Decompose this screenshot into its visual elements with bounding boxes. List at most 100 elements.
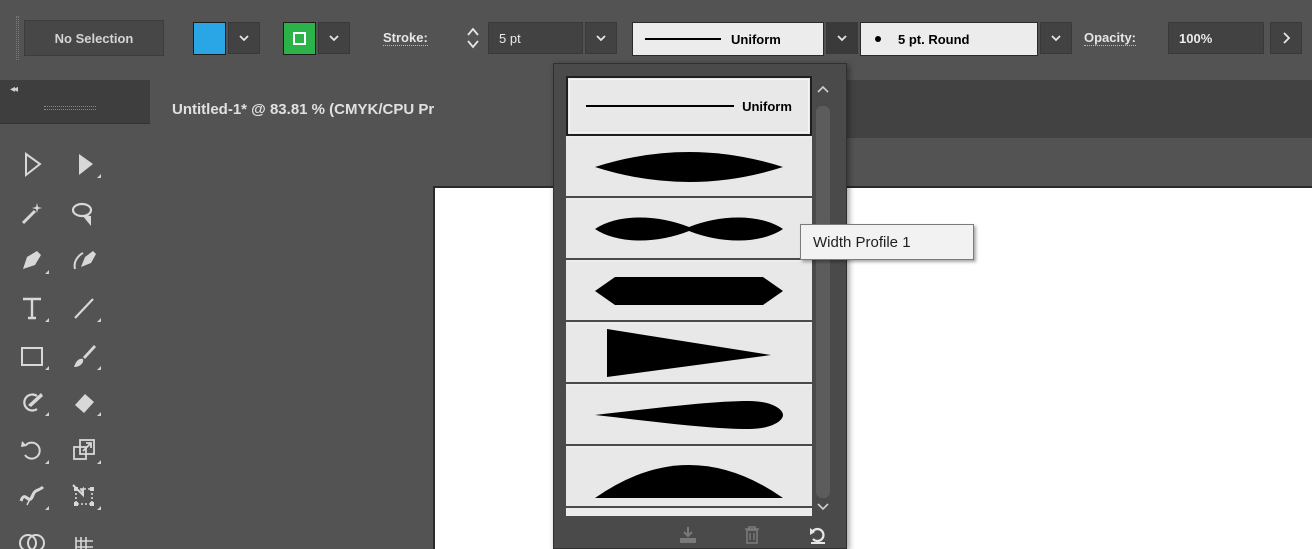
stroke-color-swatch[interactable]: [283, 22, 316, 55]
free-transform-tool-icon[interactable]: [62, 476, 106, 516]
chevron-down-icon: [596, 35, 606, 42]
brush-select-label: 5 pt. Round: [898, 31, 970, 47]
eraser-icon: [75, 394, 94, 413]
uniform-line-preview: [586, 105, 735, 107]
profile-select-label: Uniform: [731, 31, 781, 47]
eraser-tool-icon[interactable]: [62, 382, 106, 422]
tool-group-indicator: [97, 366, 101, 370]
add-to-profiles-button[interactable]: [676, 524, 700, 546]
tool-group-indicator: [45, 270, 49, 274]
tools-panel-header[interactable]: ◂◂: [0, 80, 150, 124]
opacity-label[interactable]: Opacity:: [1084, 30, 1137, 46]
tool-group-indicator: [97, 412, 101, 416]
rotate-tool-icon[interactable]: [10, 430, 54, 470]
profile-list-scrollbar[interactable]: [812, 76, 834, 516]
chevron-down-icon: [817, 503, 829, 511]
tool-group-indicator: [45, 460, 49, 464]
opacity-flyout-button[interactable]: [1270, 22, 1302, 54]
triangle-profile-icon: [607, 329, 771, 377]
panel-grip[interactable]: [44, 106, 96, 110]
magic-wand-tool-icon[interactable]: [10, 194, 54, 234]
stroke-weight-stepper[interactable]: [460, 22, 486, 54]
direct-selection-arrow-icon: [79, 154, 93, 175]
pen-nib-icon: [23, 251, 41, 269]
fill-color-dropdown[interactable]: [228, 22, 260, 54]
pen-tool-icon[interactable]: [10, 240, 54, 280]
stroke-weight-dropdown[interactable]: [585, 22, 617, 54]
selection-tool-icon[interactable]: [10, 144, 54, 184]
tool-group-indicator: [97, 460, 101, 464]
brush-definition-select[interactable]: 5 pt. Round: [860, 22, 1038, 56]
tool-group-indicator: [45, 318, 49, 322]
direct-selection-tool-icon[interactable]: [62, 144, 106, 184]
lasso-tool-icon[interactable]: [62, 194, 106, 234]
scroll-thumb[interactable]: [816, 106, 830, 498]
delete-profile-button[interactable]: [740, 524, 764, 546]
paintbrush-tool-icon[interactable]: [62, 336, 106, 376]
scale-icon: [73, 439, 95, 460]
collapse-panel-icon[interactable]: ◂◂: [10, 84, 18, 95]
width-tool-icon[interactable]: [10, 476, 54, 516]
profile-item-lens[interactable]: [566, 138, 812, 198]
stroke-color-dropdown[interactable]: [318, 22, 350, 54]
profile-item-arc[interactable]: [566, 448, 812, 508]
round-brush-icon: [875, 36, 881, 42]
curvature-pen-icon: [73, 251, 96, 270]
profile-dropdown-button[interactable]: [826, 22, 858, 54]
stroke-swatch-inner: [293, 32, 306, 45]
shape-builder-icon: [19, 534, 45, 549]
perspective-grid-icon: [75, 537, 93, 549]
reset-profiles-icon: [810, 527, 825, 544]
chevron-down-icon: [837, 35, 847, 42]
width-profile-dropdown: Uniform: [553, 63, 847, 549]
stroke-label[interactable]: Stroke:: [383, 30, 428, 46]
rectangle-icon: [21, 347, 43, 366]
chevron-down-icon: [1051, 35, 1061, 42]
scale-tool-icon[interactable]: [62, 430, 106, 470]
tool-group-indicator: [97, 506, 101, 510]
reset-profiles-button[interactable]: [806, 524, 830, 546]
type-t-icon: [23, 297, 41, 320]
stepper-arrows-icon: [467, 27, 479, 49]
tools-panel: ◂◂: [0, 80, 150, 549]
profile-item-uniform[interactable]: Uniform: [566, 76, 812, 136]
profile-tooltip: Width Profile 1: [800, 224, 974, 260]
shape-builder-tool-icon[interactable]: [10, 522, 54, 549]
opacity-input[interactable]: 100%: [1168, 22, 1264, 54]
shaper-tool-icon[interactable]: [10, 382, 54, 422]
brush-dropdown-button[interactable]: [1040, 22, 1072, 54]
tool-group-indicator: [45, 366, 49, 370]
profile-item-teardrop[interactable]: [566, 386, 812, 446]
fill-color-swatch[interactable]: [193, 22, 226, 55]
selection-arrow-outline-icon: [25, 152, 42, 178]
magic-wand-icon: [21, 203, 42, 225]
line-segment-icon: [74, 298, 94, 319]
type-tool-icon[interactable]: [10, 288, 54, 328]
profile-item-triangle[interactable]: [566, 324, 812, 384]
rectangle-tool-icon[interactable]: [10, 336, 54, 376]
uniform-line-preview: [645, 38, 721, 40]
profile-item-hexagon[interactable]: [566, 262, 812, 322]
profile-item-width-profile-1[interactable]: [566, 200, 812, 260]
control-bar-grip[interactable]: [16, 16, 19, 60]
curvature-tool-icon[interactable]: [62, 240, 106, 280]
lens-profile-icon: [595, 152, 783, 182]
variable-width-profile-select[interactable]: Uniform: [632, 22, 824, 56]
width-profile-list: Uniform: [566, 76, 812, 516]
stroke-weight-input[interactable]: 5 pt: [488, 22, 583, 54]
shaper-icon: [23, 393, 43, 412]
perspective-grid-tool-icon[interactable]: [62, 522, 106, 549]
chevron-down-icon: [239, 35, 249, 42]
width-tool-glyph-icon: [19, 485, 45, 506]
free-transform-icon: [72, 484, 94, 506]
delete-profile-icon: [745, 526, 759, 544]
scroll-up-button[interactable]: [814, 80, 832, 98]
pinched-profile-icon: [595, 217, 783, 241]
chevron-up-icon: [817, 85, 829, 93]
add-to-profiles-icon: [680, 527, 696, 543]
rotate-icon: [21, 441, 41, 460]
document-tab[interactable]: Untitled-1* @ 83.81 % (CMYK/CPU Pr: [150, 80, 570, 138]
chevron-right-icon: [1283, 32, 1291, 44]
scroll-down-button[interactable]: [814, 498, 832, 516]
line-segment-tool-icon[interactable]: [62, 288, 106, 328]
